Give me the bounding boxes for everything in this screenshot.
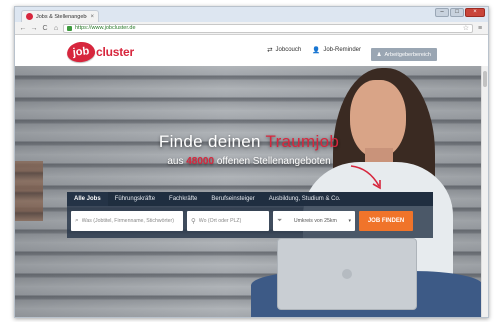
- where-placeholder: Wo (Ort oder PLZ): [198, 218, 242, 224]
- scrollbar-thumb[interactable]: [483, 71, 487, 87]
- job-search-panel: Alle Jobs Führungskräfte Fachkräfte Beru…: [67, 192, 433, 238]
- tab-title: Jobs & Stellenangebo: [36, 13, 88, 20]
- logo-text: cluster: [96, 45, 134, 59]
- page-scrollbar[interactable]: [481, 66, 488, 317]
- home-button[interactable]: ⌂: [52, 25, 60, 32]
- search-icon: ⌕: [75, 217, 79, 224]
- hero-headline: Finde deinen Traumjob: [15, 132, 483, 152]
- back-button[interactable]: ←: [19, 25, 27, 32]
- browser-tab[interactable]: Jobs & Stellenangebo ×: [21, 10, 99, 22]
- maximize-button[interactable]: □: [450, 8, 464, 17]
- employer-area-button[interactable]: ♟ Arbeitgeberbereich: [370, 48, 437, 61]
- where-input[interactable]: ⚲ Wo (Ort oder PLZ): [187, 211, 269, 231]
- tab-fuehrungskraefte[interactable]: Führungskräfte: [108, 192, 162, 206]
- forward-button[interactable]: →: [30, 25, 38, 32]
- browser-menu-button[interactable]: ≡: [476, 25, 484, 32]
- headline-accent: Traumjob: [265, 132, 340, 151]
- site-logo[interactable]: job cluster: [66, 40, 134, 64]
- window-controls: – □ ×: [435, 8, 485, 17]
- hero-section: Finde deinen Traumjob aus 48000 offenen …: [15, 66, 483, 317]
- browser-toolbar: ← → C ⌂ https://www.jobcluster.de ☆ ≡: [15, 22, 488, 35]
- employer-area-label: Arbeitgeberbereich: [384, 51, 431, 58]
- logo-badge: job: [66, 40, 96, 64]
- filter-icon: ⏷: [277, 217, 283, 224]
- close-window-button[interactable]: ×: [465, 8, 485, 17]
- what-input[interactable]: ⌕ Was (Jobtitel, Firmenname, Stichwörter…: [71, 211, 183, 231]
- browser-titlebar: Jobs & Stellenangebo × – □ ×: [15, 7, 488, 22]
- tab-fachkraefte[interactable]: Fachkräfte: [162, 192, 204, 206]
- search-tabs: Alle Jobs Führungskräfte Fachkräfte Beru…: [67, 192, 433, 206]
- jobcouch-label: Jobcouch: [275, 47, 302, 53]
- laptop-logo: [342, 269, 352, 279]
- reload-button[interactable]: C: [41, 25, 49, 32]
- hero-subheadline: aus 48000 offenen Stellenangeboten: [15, 156, 483, 167]
- minimize-button[interactable]: –: [435, 8, 449, 17]
- sub-prefix: aus: [167, 156, 184, 167]
- job-reminder-link[interactable]: 👤 Job-Reminder: [312, 46, 361, 54]
- find-job-button[interactable]: JOB FINDEN: [359, 211, 413, 231]
- bookmark-star-icon[interactable]: ☆: [463, 24, 469, 32]
- tab-ausbildung-studium[interactable]: Ausbildung, Studium & Co.: [262, 192, 348, 206]
- employer-icon: ♟: [376, 51, 382, 58]
- job-count: 48000: [186, 156, 215, 167]
- site-header: job cluster ⇄ Jobcouch 👤 Job-Reminder ♟ …: [15, 35, 488, 66]
- chevron-down-icon: ▾: [348, 218, 351, 224]
- headline-main: Finde deinen: [158, 132, 261, 151]
- hand-drawn-arrow-icon: [350, 165, 381, 190]
- jobcouch-icon: ⇄: [267, 47, 273, 54]
- jobcouch-link[interactable]: ⇄ Jobcouch: [267, 46, 301, 54]
- lock-icon: [67, 25, 72, 31]
- browser-window: Jobs & Stellenangebo × – □ × ← → C ⌂ htt…: [14, 6, 489, 318]
- favicon-icon: [26, 13, 33, 20]
- tab-close-icon[interactable]: ×: [90, 14, 94, 20]
- tab-berufseinsteiger[interactable]: Berufseinsteiger: [204, 192, 261, 206]
- what-placeholder: Was (Jobtitel, Firmenname, Stichwörter): [81, 218, 174, 224]
- radius-value: Umkreis von 25km: [293, 218, 337, 224]
- hero-laptop: [277, 238, 417, 310]
- address-url[interactable]: https://www.jobcluster.de: [75, 25, 460, 31]
- tab-alle-jobs[interactable]: Alle Jobs: [67, 192, 108, 206]
- job-reminder-label: Job-Reminder: [323, 47, 361, 53]
- search-form: ⌕ Was (Jobtitel, Firmenname, Stichwörter…: [71, 211, 429, 231]
- user-icon: 👤: [312, 47, 321, 54]
- location-pin-icon: ⚲: [191, 218, 196, 225]
- radius-select[interactable]: ⏷ Umkreis von 25km ▾: [273, 211, 355, 231]
- sub-suffix: offenen Stellenangeboten: [216, 156, 331, 167]
- address-bar[interactable]: https://www.jobcluster.de ☆: [63, 23, 473, 33]
